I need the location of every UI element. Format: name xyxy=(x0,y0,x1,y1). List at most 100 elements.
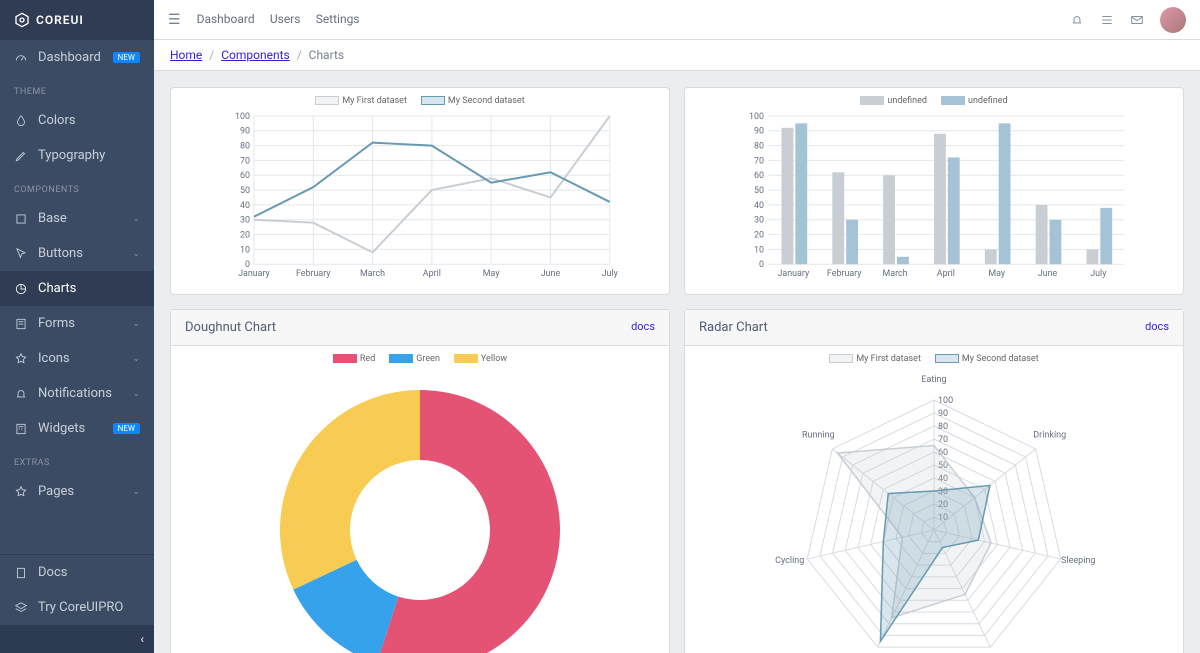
svg-text:February: February xyxy=(827,269,862,279)
svg-text:June: June xyxy=(1038,269,1058,279)
svg-text:60: 60 xyxy=(754,171,764,181)
sidebar-item-docs[interactable]: Docs xyxy=(0,555,154,590)
card-line-chart: My First datasetMy Second dataset 010203… xyxy=(170,87,670,295)
sidebar-item-icons[interactable]: Icons⌄ xyxy=(0,341,154,376)
svg-text:May: May xyxy=(483,269,501,279)
topnav: Dashboard Users Settings xyxy=(197,12,372,27)
sidebar: COREUI Dashboard NEW THEME Colors Typogr… xyxy=(0,0,154,653)
svg-text:Eating: Eating xyxy=(921,375,946,385)
svg-text:July: July xyxy=(1090,269,1107,279)
breadcrumb-components[interactable]: Components xyxy=(221,48,290,62)
sidebar-label: Dashboard xyxy=(38,50,101,65)
svg-text:20: 20 xyxy=(240,231,250,241)
nav-section-components: COMPONENTS xyxy=(0,173,154,201)
badge-new: NEW xyxy=(113,423,140,434)
topnav-settings[interactable]: Settings xyxy=(316,12,360,26)
breadcrumb-home[interactable]: Home xyxy=(170,48,202,62)
svg-text:Sleeping: Sleeping xyxy=(1061,556,1095,566)
svg-text:90: 90 xyxy=(240,127,250,137)
chevron-left-icon: ‹ xyxy=(140,632,144,646)
puzzle-icon xyxy=(14,212,28,226)
brand[interactable]: COREUI xyxy=(0,0,154,40)
svg-text:10: 10 xyxy=(240,245,250,255)
card-title: Doughnut Chart xyxy=(185,320,276,335)
svg-text:January: January xyxy=(238,269,270,279)
svg-text:70: 70 xyxy=(754,156,764,166)
svg-text:70: 70 xyxy=(938,435,948,445)
sidebar-item-forms[interactable]: Forms⌄ xyxy=(0,306,154,341)
card-title: Radar Chart xyxy=(699,320,768,335)
menu-toggle-icon[interactable]: ☰ xyxy=(168,12,181,28)
bell-icon xyxy=(14,387,28,401)
star-icon xyxy=(14,485,28,499)
drop-icon xyxy=(14,114,28,128)
svg-text:90: 90 xyxy=(938,409,948,419)
svg-text:Running: Running xyxy=(802,431,835,441)
sidebar-item-base[interactable]: Base⌄ xyxy=(0,201,154,236)
sidebar-item-charts[interactable]: Charts xyxy=(0,271,154,306)
speedometer-icon xyxy=(14,51,28,65)
sidebar-item-widgets[interactable]: Widgets NEW xyxy=(0,411,154,446)
docs-link[interactable]: docs xyxy=(1145,320,1169,335)
logo-icon xyxy=(14,12,30,28)
svg-text:January: January xyxy=(778,269,810,279)
svg-text:0: 0 xyxy=(759,260,764,270)
bell-icon[interactable] xyxy=(1070,13,1084,27)
svg-text:March: March xyxy=(360,269,385,279)
svg-text:20: 20 xyxy=(754,231,764,241)
sidebar-item-pages[interactable]: Pages⌄ xyxy=(0,474,154,509)
svg-text:70: 70 xyxy=(240,156,250,166)
notes-icon xyxy=(14,317,28,331)
svg-text:30: 30 xyxy=(754,216,764,226)
topnav-dashboard[interactable]: Dashboard xyxy=(197,12,255,26)
sidebar-item-buttons[interactable]: Buttons⌄ xyxy=(0,236,154,271)
chevron-down-icon: ⌄ xyxy=(132,487,140,497)
sidebar-item-colors[interactable]: Colors xyxy=(0,103,154,138)
breadcrumb-current: Charts xyxy=(309,48,344,62)
avatar[interactable] xyxy=(1160,7,1186,33)
sidebar-item-typography[interactable]: Typography xyxy=(0,138,154,173)
svg-text:50: 50 xyxy=(240,186,250,196)
svg-text:February: February xyxy=(296,269,331,279)
nav-section-theme: THEME xyxy=(0,75,154,103)
svg-text:April: April xyxy=(937,269,955,279)
brand-text: COREUI xyxy=(36,13,84,27)
sidebar-item-dashboard[interactable]: Dashboard NEW xyxy=(0,40,154,75)
chart-pie-icon xyxy=(14,282,28,296)
docs-link[interactable]: docs xyxy=(631,320,655,335)
chevron-down-icon: ⌄ xyxy=(132,354,140,364)
svg-text:July: July xyxy=(602,269,619,279)
svg-text:100: 100 xyxy=(938,396,953,406)
radar-chart: 102030405060708090100EatingDrinkingSleep… xyxy=(697,370,1171,653)
layers-icon xyxy=(14,601,28,615)
svg-text:June: June xyxy=(541,269,561,279)
card-radar-chart: Radar Chart docs My First datasetMy Seco… xyxy=(684,309,1184,653)
svg-text:80: 80 xyxy=(938,422,948,432)
doughnut-chart xyxy=(183,370,657,653)
badge-new: NEW xyxy=(113,52,140,63)
svg-text:Cycling: Cycling xyxy=(775,556,804,566)
chevron-down-icon: ⌄ xyxy=(132,389,140,399)
cursor-icon xyxy=(14,247,28,261)
svg-text:80: 80 xyxy=(754,142,764,152)
calculator-icon xyxy=(14,422,28,436)
svg-text:90: 90 xyxy=(754,127,764,137)
line-chart: 0102030405060708090100JanuaryFebruaryMar… xyxy=(183,112,657,282)
card-bar-chart: undefinedundefined 010203040506070809010… xyxy=(684,87,1184,295)
sidebar-item-notifications[interactable]: Notifications⌄ xyxy=(0,376,154,411)
list-icon[interactable] xyxy=(1100,13,1114,27)
card-doughnut-chart: Doughnut Chart docs RedGreenYellow xyxy=(170,309,670,653)
chevron-down-icon: ⌄ xyxy=(132,249,140,259)
chevron-down-icon: ⌄ xyxy=(132,319,140,329)
bar-chart: 0102030405060708090100JanuaryFebruaryMar… xyxy=(697,112,1171,282)
svg-text:March: March xyxy=(883,269,908,279)
envelope-icon[interactable] xyxy=(1130,13,1144,27)
topbar: ☰ Dashboard Users Settings xyxy=(154,0,1200,40)
chevron-down-icon: ⌄ xyxy=(132,214,140,224)
sidebar-item-try-pro[interactable]: Try CoreUIPRO xyxy=(0,590,154,625)
description-icon xyxy=(14,566,28,580)
topnav-users[interactable]: Users xyxy=(270,12,301,26)
star-icon xyxy=(14,352,28,366)
svg-text:100: 100 xyxy=(749,112,764,122)
sidebar-minimize[interactable]: ‹ xyxy=(0,625,154,653)
